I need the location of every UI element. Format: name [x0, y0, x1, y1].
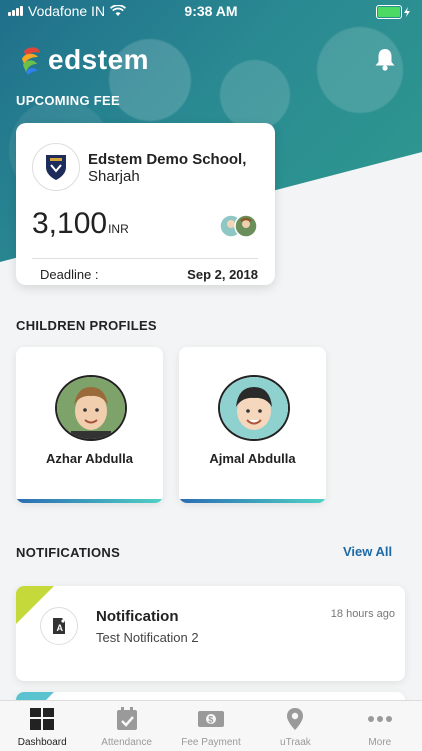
tab-more[interactable]: More	[338, 701, 422, 751]
tab-fee-payment[interactable]: $ Fee Payment	[169, 701, 253, 751]
fee-amount: 3,100INR	[32, 207, 129, 241]
child-avatar	[218, 375, 290, 441]
child-card-ajmal[interactable]: Ajmal Abdulla	[179, 347, 326, 503]
notification-time: 18 hours ago	[330, 608, 395, 620]
card-accent-bar	[16, 499, 163, 503]
tab-label: Dashboard	[17, 737, 67, 748]
deadline-label: Deadline :	[40, 267, 99, 282]
tab-label: uTraak	[280, 737, 311, 748]
children-profiles-title: CHILDREN PROFILES	[16, 318, 157, 333]
deadline-value: Sep 2, 2018	[187, 267, 258, 282]
school-city: Sharjah	[88, 168, 140, 185]
battery-icon	[376, 5, 410, 19]
child-avatar	[55, 375, 127, 441]
dashboard-icon	[30, 708, 55, 730]
tab-label: More	[368, 737, 392, 748]
clock: 9:38 AM	[184, 3, 238, 19]
svg-text:A: A	[57, 623, 64, 633]
school-name: Edstem Demo School, Sharjah	[88, 151, 246, 185]
tab-utraak[interactable]: uTraak	[253, 701, 337, 751]
more-icon	[367, 716, 392, 722]
app-name: edstem	[48, 44, 150, 75]
child-name: Azhar Abdulla	[46, 451, 133, 466]
fee-payment-icon: $	[198, 711, 225, 727]
app-logo: edstem	[20, 44, 149, 76]
edstem-logo-icon	[22, 47, 40, 75]
notification-type-icon: A	[40, 607, 78, 645]
tab-label: Attendance	[101, 737, 152, 748]
svg-text:$: $	[208, 715, 213, 725]
school-name-line1: Edstem Demo School,	[88, 151, 247, 168]
tab-label: Fee Payment	[181, 737, 241, 748]
notification-title: Notification	[96, 608, 179, 625]
child-name: Ajmal Abdulla	[209, 451, 296, 466]
school-logo	[32, 143, 80, 191]
upcoming-fee-title: UPCOMING FEE	[16, 93, 120, 108]
card-accent-bar	[179, 499, 326, 503]
upcoming-fee-card[interactable]: Edstem Demo School, Sharjah 3,100INR Dea…	[16, 123, 275, 285]
fee-amount-value: 3,100	[32, 207, 108, 240]
notifications-title: NOTIFICATIONS	[16, 545, 121, 560]
tab-dashboard[interactable]: Dashboard	[0, 701, 84, 751]
attendance-icon	[116, 707, 137, 730]
deadline-row: Deadline : Sep 2, 2018	[32, 258, 258, 282]
notification-card[interactable]: A Notification Test Notification 2 18 ho…	[16, 586, 405, 681]
tab-attendance[interactable]: Attendance	[84, 701, 168, 751]
fee-currency: INR	[108, 222, 129, 236]
location-pin-icon	[287, 708, 304, 730]
notification-bell-icon[interactable]	[372, 46, 398, 72]
status-bar: Vodafone IN 9:38 AM	[0, 0, 422, 22]
children-avatars	[219, 214, 258, 238]
child-card-azhar[interactable]: Azhar Abdulla	[16, 347, 163, 503]
school-crest-icon	[46, 155, 66, 180]
notification-body: Test Notification 2	[96, 630, 199, 645]
tab-bar: Dashboard Attendance $ Fee Payment uTraa…	[0, 700, 422, 751]
view-all-link[interactable]: View All	[343, 544, 392, 559]
